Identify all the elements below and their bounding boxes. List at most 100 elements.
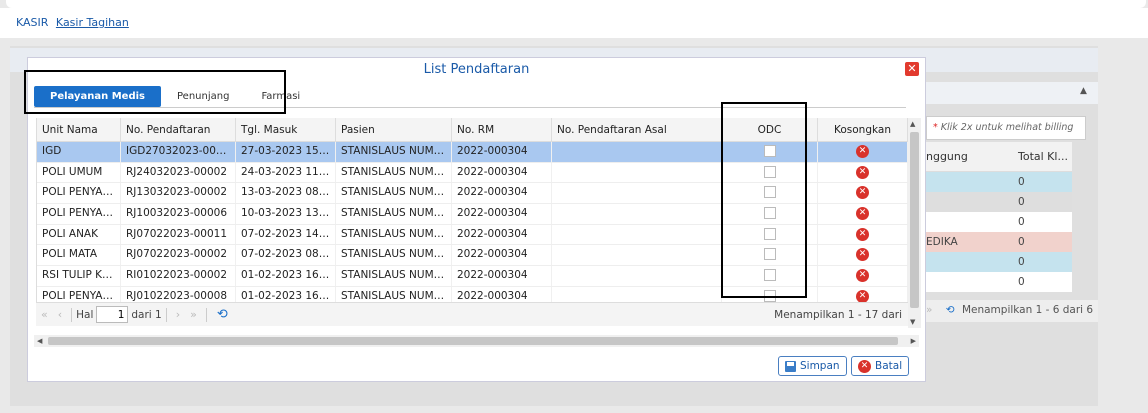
cell-no: RJ10032023-00006 [121, 204, 236, 224]
prev-page-icon[interactable]: ‹ [58, 308, 62, 321]
cell-unit: POLI MATA [37, 245, 121, 266]
bg-table-row[interactable]: 0 [926, 172, 1072, 192]
bg-cell: 0 [1018, 216, 1025, 228]
bg-table-row[interactable]: 0 [926, 272, 1072, 292]
clear-icon[interactable]: ✕ [856, 227, 869, 241]
save-button[interactable]: Simpan [778, 356, 847, 376]
bg-table-row[interactable]: 0 [926, 252, 1072, 272]
vertical-scrollbar[interactable]: ▲ ▼ [908, 118, 921, 328]
column-header-no-pendaftaran[interactable]: No. Pendaftaran [121, 118, 236, 141]
clear-icon[interactable]: ✕ [856, 186, 869, 200]
cell-pasien: STANISLAUS NUMPUS [336, 245, 452, 266]
refresh-icon[interactable]: ⟲ [217, 307, 228, 322]
cell-tgl: 27-03-2023 15:23... [236, 142, 336, 162]
cell-no: RJ24032023-00002 [121, 162, 236, 183]
cell-asal [552, 183, 722, 204]
cell-no: RJ13032023-00002 [121, 183, 236, 204]
bg-cell: EDIKA [926, 236, 958, 248]
page-label: Hal [76, 308, 94, 321]
close-icon[interactable]: ✕ [905, 62, 919, 76]
cell-tgl: 07-02-2023 14:46... [236, 224, 336, 245]
breadcrumb-root[interactable]: KASIR [16, 16, 48, 29]
background-table: nggung Total Kl... 0 0 0 EDIKA 0 0 0 [926, 142, 1072, 292]
bg-cell: 0 [1018, 176, 1025, 188]
pager-summary: Menampilkan 1 - 17 dari [774, 308, 902, 321]
bg-cell: 0 [1018, 256, 1025, 268]
cell-rm: 2022-000304 [452, 183, 552, 204]
cell-pasien: STANISLAUS NUMPUS [336, 162, 452, 183]
clear-icon[interactable]: ✕ [856, 165, 869, 179]
grid-pager: « ‹ Hal dari 1 › » ⟲ Menampilkan 1 - 17 … [36, 302, 908, 326]
first-page-icon[interactable]: « [41, 308, 48, 321]
column-header-no-asal[interactable]: No. Pendaftaran Asal [552, 118, 722, 141]
scroll-left-icon[interactable]: ◀ [37, 335, 42, 347]
cell-unit: IGD [37, 142, 121, 162]
bg-cell: 0 [1018, 196, 1025, 208]
cell-asal [552, 224, 722, 245]
cell-tgl: 13-03-2023 08:38... [236, 183, 336, 204]
cell-tgl: 07-02-2023 08:58... [236, 245, 336, 266]
column-header-unit[interactable]: Unit Nama [37, 118, 121, 141]
background-section-header [926, 82, 1098, 104]
column-header-no-rm[interactable]: No. RM [452, 118, 552, 141]
clear-icon[interactable]: ✕ [856, 248, 869, 262]
bg-table-row[interactable]: EDIKA 0 [926, 232, 1072, 252]
collapse-up-icon[interactable]: ▲ [1080, 86, 1087, 96]
breadcrumb-current[interactable]: Kasir Tagihan [56, 16, 129, 29]
cell-pasien: STANISLAUS NUMPUS [336, 224, 452, 245]
cell-no: RJ07022023-00011 [121, 224, 236, 245]
cell-tgl: 01-02-2023 16:53... [236, 266, 336, 286]
cell-unit: POLI UMUM [37, 162, 121, 183]
billing-hint: * Klik 2x untuk melihat billing [926, 116, 1086, 140]
cell-kosongkan: ✕ [818, 204, 908, 224]
cell-kosongkan: ✕ [818, 266, 908, 286]
cell-pasien: STANISLAUS NUMPUS [336, 266, 452, 286]
cancel-icon: ✕ [858, 359, 871, 373]
cell-asal [552, 142, 722, 162]
annotation-box-tabs [24, 70, 286, 114]
cell-no: IGD27032023-00001 [121, 142, 236, 162]
horizontal-scrollbar[interactable]: ◀ ▶ [34, 335, 919, 347]
cell-rm: 2022-000304 [452, 245, 552, 266]
cell-kosongkan: ✕ [818, 183, 908, 204]
save-icon [785, 360, 796, 372]
cell-rm: 2022-000304 [452, 162, 552, 183]
breadcrumb: KASIR Kasir Tagihan [0, 8, 1148, 38]
column-header-kosongkan[interactable]: Kosongkan [818, 118, 908, 141]
cell-tgl: 24-03-2023 11:26... [236, 162, 336, 183]
cell-asal [552, 266, 722, 286]
cancel-button[interactable]: ✕ Batal [851, 356, 910, 376]
column-header-pasien[interactable]: Pasien [336, 118, 452, 141]
cell-unit: POLI PENYAKIT... [37, 183, 121, 204]
page-of-label: dari 1 [131, 308, 162, 321]
scroll-right-icon[interactable]: ▶ [911, 335, 916, 347]
bg-cell: 0 [1018, 276, 1025, 288]
cell-rm: 2022-000304 [452, 142, 552, 162]
cell-kosongkan: ✕ [818, 162, 908, 183]
cell-unit: POLI PENYAKIT... [37, 204, 121, 224]
bg-table-row[interactable]: 0 [926, 192, 1072, 212]
bg-table-row[interactable]: 0 [926, 212, 1072, 232]
next-page-icon[interactable]: › [176, 308, 180, 321]
cell-asal [552, 245, 722, 266]
clear-icon[interactable]: ✕ [856, 289, 869, 303]
scroll-down-icon[interactable]: ▼ [910, 318, 915, 326]
refresh-icon: ⟲ [945, 304, 955, 316]
horizontal-scroll-thumb[interactable] [48, 337, 898, 345]
clear-icon[interactable]: ✕ [856, 145, 869, 158]
cell-tgl: 10-03-2023 13:32... [236, 204, 336, 224]
cell-unit: RSI TULIP KEL... [37, 266, 121, 286]
cell-rm: 2022-000304 [452, 224, 552, 245]
scroll-up-icon[interactable]: ▲ [910, 120, 915, 128]
clear-icon[interactable]: ✕ [856, 269, 869, 283]
cell-rm: 2022-000304 [452, 204, 552, 224]
clear-icon[interactable]: ✕ [856, 207, 869, 221]
cell-pasien: STANISLAUS NUMPUS [336, 204, 452, 224]
last-page-icon[interactable]: » [190, 308, 197, 321]
vertical-scroll-thumb[interactable] [910, 132, 919, 308]
column-header-tgl-masuk[interactable]: Tgl. Masuk [236, 118, 336, 141]
cell-pasien: STANISLAUS NUMPUS [336, 142, 452, 162]
cell-asal [552, 162, 722, 183]
bg-column-header: Total Kl... [1018, 150, 1068, 163]
page-number-input[interactable] [96, 306, 129, 323]
